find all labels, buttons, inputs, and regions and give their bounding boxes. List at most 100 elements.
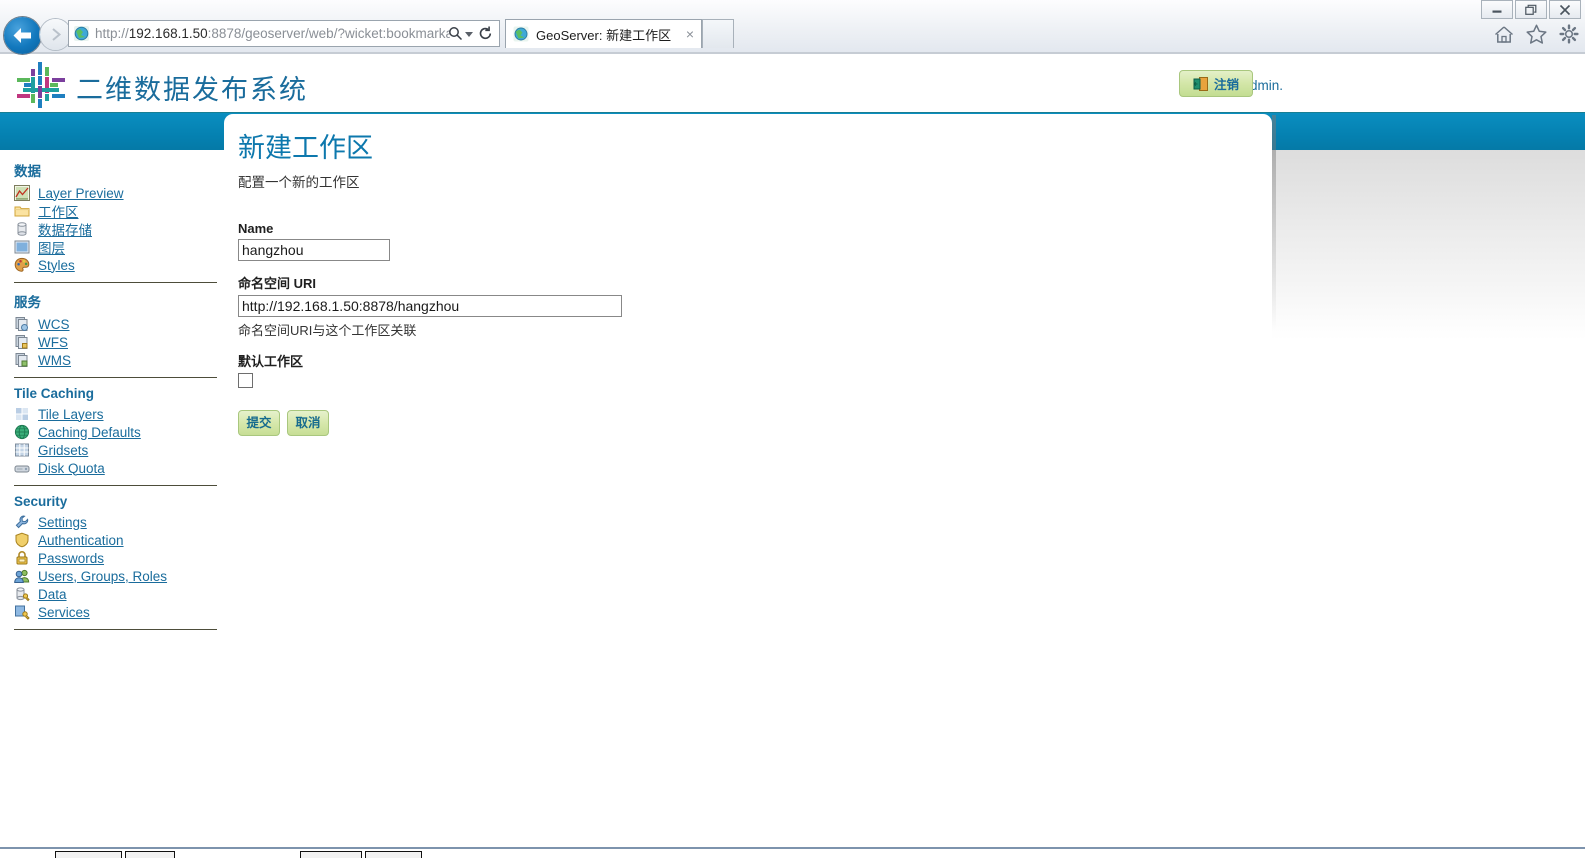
shield-icon <box>14 532 30 548</box>
database-icon <box>14 221 30 237</box>
sidebar-label: WMS <box>38 352 71 368</box>
address-bar[interactable]: http://192.168.1.50:8878/geoserver/web/?… <box>68 20 500 47</box>
url-suffix: :8878/geoserver/web/?wicket:bookmarkabl <box>207 26 450 41</box>
sidebar-label: Data <box>38 586 67 602</box>
back-arrow-icon <box>13 28 31 43</box>
globe-green-icon <box>14 424 30 440</box>
close-icon[interactable]: × <box>686 27 694 41</box>
cancel-button[interactable]: 取消 <box>287 410 329 436</box>
content-panel-shadow <box>1272 115 1276 330</box>
taskbar-item[interactable] <box>125 851 175 858</box>
window-controls <box>1481 0 1581 19</box>
forward-arrow-icon <box>52 28 62 41</box>
sidebar-label: Authentication <box>38 532 124 548</box>
sidebar-label: Passwords <box>38 550 105 566</box>
sidebar-group-data: 数据 Layer Preview 工作区 数据存储 图层 Styles <box>0 160 224 274</box>
sidebar-group-tile-caching: Tile Caching Tile Layers Caching Default… <box>0 386 224 477</box>
service-wms-icon <box>14 352 30 368</box>
geoserver-logo[interactable] <box>14 61 68 109</box>
form-actions: 提交 取消 <box>238 410 1272 436</box>
layer-square-icon <box>14 239 30 255</box>
sidebar-item-caching-defaults[interactable]: Caching Defaults <box>14 423 224 441</box>
submit-button[interactable]: 提交 <box>238 410 280 436</box>
uri-hint: 命名空间URI与这个工作区关联 <box>238 323 417 338</box>
sidebar-item-authentication[interactable]: Authentication <box>14 531 224 549</box>
refresh-icon[interactable] <box>477 25 494 42</box>
sidebar-item-datastores[interactable]: 数据存储 <box>14 220 224 238</box>
back-button[interactable] <box>4 17 41 54</box>
taskbar-item[interactable] <box>55 851 122 858</box>
browser-chrome: http://192.168.1.50:8878/geoserver/web/?… <box>0 0 1585 56</box>
restore-button[interactable] <box>1515 0 1547 19</box>
sidebar: 数据 Layer Preview 工作区 数据存储 图层 Styles 服务 W… <box>0 152 224 630</box>
taskbar-item[interactable] <box>365 851 422 858</box>
sidebar-item-wms[interactable]: WMS <box>14 351 224 369</box>
sidebar-item-layer-preview[interactable]: Layer Preview <box>14 184 224 202</box>
tab-geoserver[interactable]: GeoServer: 新建工作区 × <box>505 19 702 48</box>
grid-icon <box>14 442 30 458</box>
sidebar-label: Disk Quota <box>38 460 105 476</box>
sidebar-label: Settings <box>38 514 87 530</box>
sidebar-label: Gridsets <box>38 442 89 458</box>
palette-icon <box>14 257 30 273</box>
sidebar-label: Tile Layers <box>38 406 104 422</box>
sidebar-item-settings[interactable]: Settings <box>14 513 224 531</box>
wrench-icon <box>14 514 30 530</box>
namespace-uri-input[interactable] <box>238 295 622 317</box>
taskbar-item[interactable] <box>300 851 362 858</box>
sidebar-item-wcs[interactable]: WCS <box>14 315 224 333</box>
minimize-button[interactable] <box>1481 0 1513 19</box>
chrome-divider <box>0 52 1585 54</box>
sidebar-heading-services: 服务 <box>14 295 41 310</box>
sidebar-item-users-groups-roles[interactable]: Users, Groups, Roles <box>14 567 224 585</box>
sidebar-label: 数据存储 <box>38 223 92 238</box>
content-panel: 新建工作区 配置一个新的工作区 Name 命名空间 URI 命名空间URI与这个… <box>224 114 1272 436</box>
close-button[interactable] <box>1549 0 1581 19</box>
sidebar-divider <box>14 377 217 378</box>
name-label: Name <box>238 221 274 236</box>
sidebar-divider <box>14 485 217 486</box>
data-key-icon <box>14 586 30 602</box>
sidebar-heading-security: Security <box>14 494 68 509</box>
sidebar-item-services[interactable]: Services <box>14 603 224 621</box>
logout-button[interactable]: 注销 <box>1179 70 1253 97</box>
sidebar-label: Caching Defaults <box>38 424 141 440</box>
sidebar-label: WCS <box>38 316 70 332</box>
sidebar-label: Users, Groups, Roles <box>38 568 168 584</box>
name-input[interactable] <box>238 239 390 261</box>
forward-button[interactable] <box>40 19 71 50</box>
form-subtitle: 配置一个新的工作区 <box>238 175 360 190</box>
address-bar-text: http://192.168.1.50:8878/geoserver/web/?… <box>95 25 450 43</box>
field-name: Name <box>238 221 1272 261</box>
sidebar-item-layers[interactable]: 图层 <box>14 238 224 256</box>
sidebar-label: 工作区 <box>38 205 79 220</box>
sidebar-label: Layer Preview <box>38 185 124 201</box>
chevron-down-icon[interactable] <box>465 32 473 37</box>
search-icon[interactable] <box>448 26 463 41</box>
sidebar-item-tile-layers[interactable]: Tile Layers <box>14 405 224 423</box>
sidebar-item-gridsets[interactable]: Gridsets <box>14 441 224 459</box>
sidebar-divider <box>14 282 217 283</box>
sidebar-item-data[interactable]: Data <box>14 585 224 603</box>
sidebar-item-passwords[interactable]: Passwords <box>14 549 224 567</box>
sidebar-label: Services <box>38 604 90 620</box>
home-icon[interactable] <box>1494 25 1514 49</box>
sidebar-item-wfs[interactable]: WFS <box>14 333 224 351</box>
sidebar-item-disk-quota[interactable]: Disk Quota <box>14 459 224 477</box>
sidebar-item-workspaces[interactable]: 工作区 <box>14 202 224 220</box>
taskbar <box>0 849 1585 858</box>
settings-gear-icon[interactable] <box>1559 24 1579 49</box>
field-default-workspace: 默认工作区 <box>238 351 1272 388</box>
sidebar-item-styles[interactable]: Styles <box>14 256 224 274</box>
new-tab-button[interactable] <box>702 19 734 48</box>
service-wfs-icon <box>14 334 30 350</box>
default-workspace-checkbox[interactable] <box>238 373 253 388</box>
globe-icon <box>513 26 529 42</box>
tile-layers-icon <box>14 406 30 422</box>
field-uri: 命名空间 URI 命名空间URI与这个工作区关联 <box>238 273 1272 339</box>
new-workspace-form: Name 命名空间 URI 命名空间URI与这个工作区关联 默认工作区 提交 取… <box>238 221 1272 436</box>
browser-window: http://192.168.1.50:8878/geoserver/web/?… <box>0 0 1585 858</box>
favorites-star-icon[interactable] <box>1526 24 1547 49</box>
lock-icon <box>14 550 30 566</box>
users-icon <box>14 568 30 584</box>
